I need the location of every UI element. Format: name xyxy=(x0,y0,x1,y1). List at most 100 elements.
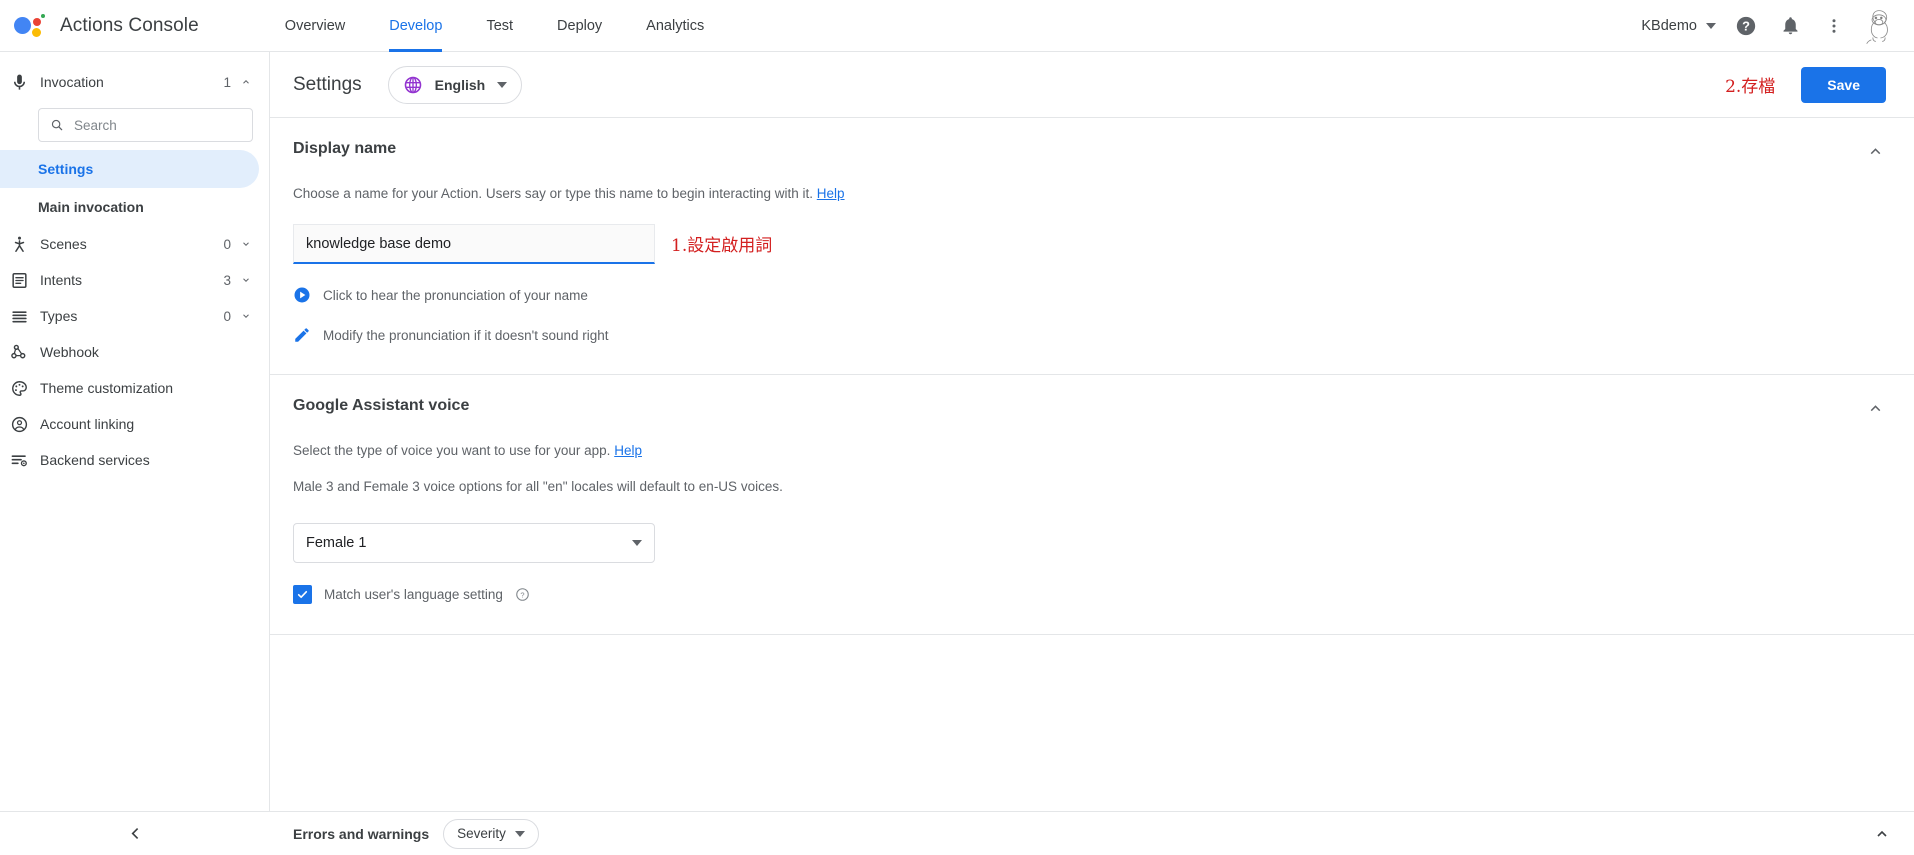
save-button[interactable]: Save xyxy=(1801,66,1886,103)
display-name-help-link[interactable]: Help xyxy=(817,186,845,201)
chevron-down-icon[interactable] xyxy=(241,239,251,249)
avatar[interactable] xyxy=(1856,3,1902,49)
tab-analytics[interactable]: Analytics xyxy=(624,0,726,52)
webhook-icon xyxy=(10,343,40,362)
sidebar-collapse-button[interactable] xyxy=(0,811,270,855)
topbar-actions: KBdemo ? xyxy=(1633,3,1914,49)
sidebar-scenes-count: 0 xyxy=(223,236,231,252)
chevron-down-icon[interactable] xyxy=(241,311,251,321)
sidebar-item-types[interactable]: Types 0 xyxy=(0,298,269,334)
bell-icon xyxy=(1783,17,1797,35)
sidebar-item-scenes[interactable]: Scenes 0 xyxy=(0,226,269,262)
assistant-voice-note: Male 3 and Female 3 voice options for al… xyxy=(293,479,783,494)
tab-develop[interactable]: Develop xyxy=(367,0,464,52)
match-language-label: Match user's language setting xyxy=(324,587,503,602)
search-icon xyxy=(51,119,63,131)
voice-select-value: Female 1 xyxy=(306,535,367,551)
project-selector[interactable]: KBdemo xyxy=(1633,12,1724,40)
display-name-collapse-button[interactable] xyxy=(1864,140,1886,162)
display-name-title: Display name xyxy=(293,140,397,157)
sidebar-item-webhook[interactable]: Webhook xyxy=(0,334,269,370)
assistant-voice-title: Google Assistant voice xyxy=(293,397,470,414)
sidebar-backend-services-label: Backend services xyxy=(40,452,150,468)
notifications-button[interactable] xyxy=(1768,4,1812,48)
sidebar-item-intents[interactable]: Intents 3 xyxy=(0,262,269,298)
sidebar-invocation-label: Invocation xyxy=(40,74,104,90)
sidebar-search-wrapper xyxy=(0,100,269,150)
assistant-voice-collapse-button[interactable] xyxy=(1864,397,1886,419)
play-circle-icon xyxy=(294,287,310,303)
pronunciation-play-row[interactable]: Click to hear the pronunciation of your … xyxy=(293,286,1886,304)
sidebar-item-invocation[interactable]: Invocation 1 xyxy=(0,64,269,100)
main-tabs: Overview Develop Test Deploy Analytics xyxy=(263,0,726,52)
display-name-description-text: Choose a name for your Action. Users say… xyxy=(293,186,814,201)
assistant-voice-section: Google Assistant voice Select the type o… xyxy=(270,375,1914,635)
language-label: English xyxy=(434,76,486,93)
top-navigation-bar: Actions Console Overview Develop Test De… xyxy=(0,0,1914,52)
check-icon xyxy=(297,590,308,599)
annotation-save: 2.存檔 xyxy=(1725,77,1776,97)
display-name-input[interactable] xyxy=(306,235,642,252)
more-vertical-icon xyxy=(1832,18,1836,33)
project-name-label: KBdemo xyxy=(1641,17,1697,34)
help-circle-outline-icon[interactable]: ? xyxy=(515,587,530,602)
display-name-row: 1.設定啟用詞 xyxy=(293,224,1886,264)
google-assistant-logo-icon xyxy=(12,11,46,41)
more-options-button[interactable] xyxy=(1812,4,1856,48)
search-box[interactable] xyxy=(38,108,253,142)
pronunciation-edit-label: Modify the pronunciation if it doesn't s… xyxy=(323,327,609,343)
annotation-set-invocation-phrase: 1.設定啟用詞 xyxy=(671,236,773,256)
types-icon xyxy=(10,307,40,326)
account-circle-icon xyxy=(10,415,40,434)
pronunciation-edit-row[interactable]: Modify the pronunciation if it doesn't s… xyxy=(293,326,1886,344)
chevron-down-icon xyxy=(497,81,508,88)
display-name-field[interactable] xyxy=(293,224,655,264)
language-selector[interactable]: English xyxy=(387,65,523,104)
chevron-down-icon xyxy=(514,830,525,837)
voice-select[interactable]: Female 1 xyxy=(293,523,655,563)
palette-icon xyxy=(10,379,40,398)
user-avatar-moomin-icon xyxy=(1866,9,1888,44)
sidebar-scenes-label: Scenes xyxy=(40,236,87,252)
sidebar-types-label: Types xyxy=(40,308,78,324)
sidebar-item-account-linking[interactable]: Account linking xyxy=(0,406,269,442)
sidebar-item-theme-customization[interactable]: Theme customization xyxy=(0,370,269,406)
tab-overview[interactable]: Overview xyxy=(263,0,367,52)
chevron-up-icon xyxy=(1870,404,1880,411)
display-name-description: Choose a name for your Action. Users say… xyxy=(293,184,1886,204)
tab-deploy[interactable]: Deploy xyxy=(535,0,624,52)
left-sidebar: Invocation 1 Settings Main invocation xyxy=(0,52,270,855)
pronunciation-play-label: Click to hear the pronunciation of your … xyxy=(323,287,588,303)
globe-icon xyxy=(404,76,421,93)
sidebar-intents-count: 3 xyxy=(223,272,231,288)
page-title: Settings xyxy=(293,73,362,95)
errors-warnings-expand-button[interactable] xyxy=(1870,822,1894,846)
chevron-down-icon xyxy=(1706,22,1716,29)
svg-text:?: ? xyxy=(520,590,524,599)
sidebar-theme-customization-label: Theme customization xyxy=(40,380,174,396)
intents-icon xyxy=(10,271,40,290)
help-button[interactable]: ? xyxy=(1724,4,1768,48)
chevron-up-icon xyxy=(1877,830,1887,837)
display-name-section: Display name Choose a name for your Acti… xyxy=(270,118,1914,375)
sidebar-intents-label: Intents xyxy=(40,272,83,288)
chevron-down-icon xyxy=(632,540,642,546)
match-language-checkbox[interactable] xyxy=(293,585,312,604)
sidebar-types-count: 0 xyxy=(223,308,231,324)
assistant-voice-description-text: Select the type of voice you want to use… xyxy=(293,443,611,458)
chevron-up-icon[interactable] xyxy=(241,77,251,87)
actions-console-page: Actions Console Overview Develop Test De… xyxy=(0,0,1914,855)
sidebar-item-settings[interactable]: Settings xyxy=(0,150,259,188)
match-language-row[interactable]: Match user's language setting ? xyxy=(293,585,1886,604)
errors-warnings-title: Errors and warnings xyxy=(293,825,430,842)
search-input[interactable] xyxy=(73,117,241,133)
severity-filter[interactable]: Severity xyxy=(443,818,539,849)
sidebar-item-main-invocation[interactable]: Main invocation xyxy=(0,188,269,226)
microphone-icon xyxy=(10,73,40,92)
sidebar-item-backend-services[interactable]: Backend services xyxy=(0,442,269,478)
help-circle-icon: ? xyxy=(1736,16,1756,35)
assistant-voice-help-link[interactable]: Help xyxy=(614,443,642,458)
errors-warnings-bar: Errors and warnings Severity xyxy=(270,811,1914,855)
tab-test[interactable]: Test xyxy=(464,0,535,52)
chevron-down-icon[interactable] xyxy=(241,275,251,285)
